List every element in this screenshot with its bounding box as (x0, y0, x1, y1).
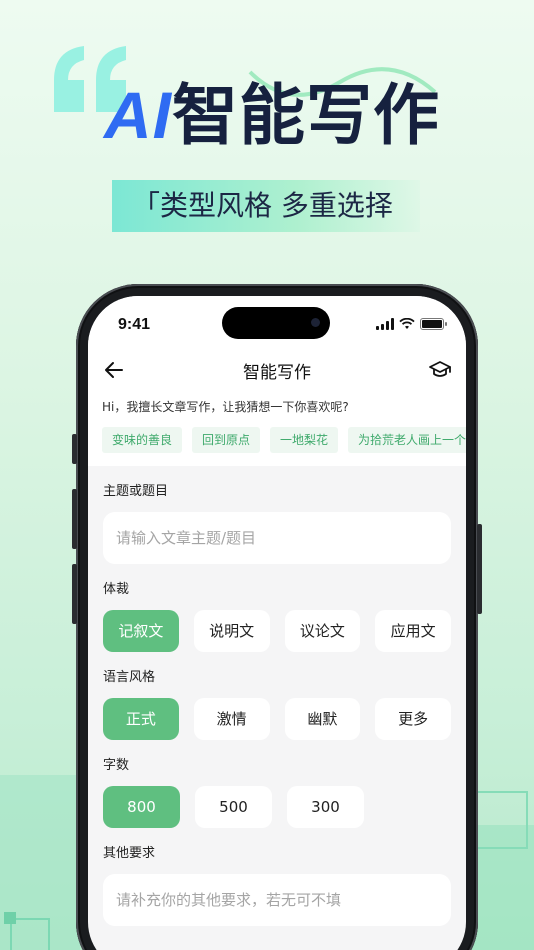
suggestion-chip[interactable]: 回到原点 (192, 427, 261, 453)
volume-down-button (72, 564, 77, 624)
hero-title: AI智能写作 (104, 76, 440, 155)
other-requirements-label: 其他要求 (103, 846, 156, 861)
status-bar: 9:41 (88, 296, 466, 350)
outline-square-decoration (10, 918, 50, 950)
hero-subtitle: 「类型风格 多重选择 (112, 180, 420, 232)
topic-label: 主题或题目 (103, 484, 169, 499)
page-title: 智能写作 (243, 363, 311, 383)
suggestion-chip[interactable]: 变味的善良 (102, 427, 183, 453)
style-option-more[interactable]: 更多 (375, 698, 451, 740)
style-label: 语言风格 (103, 670, 156, 685)
dot-decoration (4, 912, 16, 924)
status-icons (376, 318, 447, 330)
word-count-option-300[interactable]: 300 (287, 786, 364, 828)
dynamic-island (222, 307, 330, 339)
app-screen: 9:41 智能写作 Hi，我擅长文章写作，让我猜想一下你喜欢呢? 变味的善良 回… (88, 296, 466, 950)
style-option-passionate[interactable]: 激情 (193, 698, 270, 740)
battery-icon (420, 318, 447, 330)
outline-square-decoration (470, 791, 528, 849)
navigation-bar: 智能写作 (88, 350, 466, 390)
genre-option-narrative[interactable]: 记叙文 (103, 610, 179, 652)
genre-options: 记叙文 说明文 议论文 应用文 (103, 610, 451, 652)
genre-option-argumentative[interactable]: 议论文 (284, 610, 361, 652)
power-button (477, 524, 482, 614)
word-count-option-800[interactable]: 800 (103, 786, 180, 828)
other-requirements-input[interactable]: 请补充你的其他要求，若无可不填 (103, 874, 451, 926)
volume-up-button (72, 489, 77, 549)
graduation-cap-icon[interactable] (428, 358, 452, 382)
genre-option-practical[interactable]: 应用文 (375, 610, 451, 652)
suggestion-chip[interactable]: 一地梨花 (270, 427, 339, 453)
style-option-humorous[interactable]: 幽默 (284, 698, 361, 740)
style-options: 正式 激情 幽默 更多 (103, 698, 451, 740)
hero-title-text: 智能写作 (172, 77, 440, 154)
genre-label: 体裁 (103, 582, 130, 597)
style-option-formal[interactable]: 正式 (103, 698, 179, 740)
cellular-signal-icon (376, 318, 394, 330)
wifi-icon (399, 318, 415, 329)
header-area: 9:41 智能写作 Hi，我擅长文章写作，让我猜想一下你喜欢呢? 变味的善良 回… (88, 296, 466, 466)
status-time: 9:41 (118, 316, 151, 333)
topic-input[interactable]: 请输入文章主题/题目 (103, 512, 451, 564)
word-count-option-500[interactable]: 500 (195, 786, 272, 828)
mute-switch (72, 434, 77, 464)
word-count-label: 字数 (103, 758, 130, 773)
suggestion-chips: 变味的善良 回到原点 一地梨花 为拾荒老人画上一个 (88, 427, 466, 453)
genre-option-expository[interactable]: 说明文 (193, 610, 270, 652)
greeting-text: Hi，我擅长文章写作，让我猜想一下你喜欢呢? (102, 400, 349, 414)
word-count-options: 800 500 300 (103, 786, 451, 828)
hero-title-ai: AI (104, 78, 172, 152)
camera-icon (311, 318, 320, 327)
writing-form: 主题或题目 请输入文章主题/题目 体裁 记叙文 说明文 议论文 应用文 语言风格… (88, 484, 466, 926)
suggestion-chip[interactable]: 为拾荒老人画上一个 (348, 427, 466, 453)
phone-frame: 9:41 智能写作 Hi，我擅长文章写作，让我猜想一下你喜欢呢? 变味的善良 回… (72, 284, 482, 950)
